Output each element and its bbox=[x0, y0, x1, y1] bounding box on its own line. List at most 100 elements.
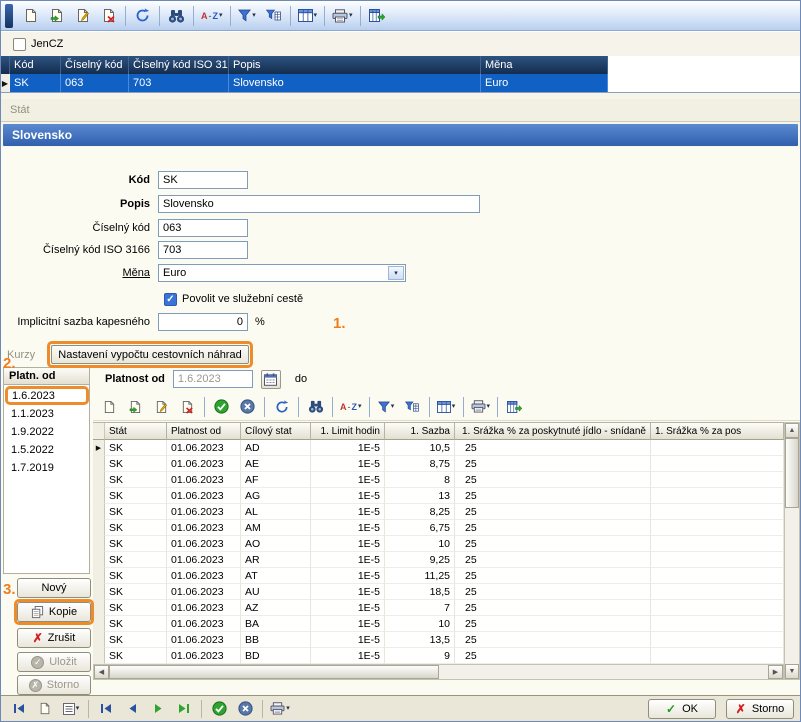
country-col-header[interactable]: Kód bbox=[10, 56, 61, 74]
grid-cancel-button[interactable] bbox=[235, 395, 260, 419]
grid-search-button[interactable] bbox=[303, 395, 328, 419]
popis-input[interactable]: Slovensko bbox=[158, 195, 480, 213]
filter-advanced-button[interactable] bbox=[261, 4, 286, 28]
scroll-up-button[interactable]: ▲ bbox=[785, 423, 799, 438]
ciselny-kod-input[interactable]: 063 bbox=[158, 219, 248, 237]
scroll-right-button[interactable]: ▶ bbox=[768, 665, 783, 679]
grid-edit-button[interactable] bbox=[149, 395, 174, 419]
country-table-row[interactable]: ▶ SK 063 703 Slovensko Euro bbox=[1, 74, 800, 92]
open-button[interactable] bbox=[44, 4, 69, 28]
rates-grid-row[interactable]: SK01.06.2023BD1E-5925 bbox=[93, 648, 784, 664]
rates-grid-col-header[interactable]: Cílový stat bbox=[241, 423, 311, 440]
platnost-list-item[interactable]: 1.1.2023 bbox=[4, 405, 89, 423]
grid-columns-button[interactable]: ▾ bbox=[434, 395, 459, 419]
grid-export-button[interactable] bbox=[502, 395, 527, 419]
kapesne-input[interactable]: 0 bbox=[158, 313, 248, 331]
print-button[interactable]: ▾ bbox=[329, 4, 356, 28]
ok-button[interactable]: ✓OK bbox=[648, 699, 716, 719]
jencz-checkbox[interactable] bbox=[13, 38, 26, 51]
vertical-scroll-track[interactable] bbox=[785, 508, 799, 664]
country-cell-iso: 703 bbox=[129, 74, 229, 92]
iso-input[interactable]: 703 bbox=[158, 241, 248, 259]
delete-button[interactable] bbox=[96, 4, 121, 28]
grid-apply-button[interactable] bbox=[209, 395, 234, 419]
grid-new-button[interactable] bbox=[97, 395, 122, 419]
rates-grid-col-header[interactable]: 1. Srážka % za poskytnuté jídlo - snídan… bbox=[455, 423, 651, 440]
grid-filter-advanced-button[interactable] bbox=[400, 395, 425, 419]
rates-grid-row[interactable]: SK01.06.2023BB1E-513,525 bbox=[93, 632, 784, 648]
storno-button[interactable]: ✗Storno bbox=[726, 699, 794, 719]
rates-grid-row[interactable]: ▶SK01.06.2023AD1E-510,525 bbox=[93, 440, 784, 456]
filter-button[interactable]: ▾ bbox=[235, 4, 260, 28]
edit-button[interactable] bbox=[70, 4, 95, 28]
platnost-list-item[interactable]: 1.5.2022 bbox=[4, 441, 89, 459]
platnost-list-item[interactable]: 1.6.2023 bbox=[5, 386, 89, 405]
chevron-down-icon: ▾ bbox=[358, 403, 362, 410]
nahrady-settings-button[interactable]: Nastavení vypočtu cestovních náhrad bbox=[51, 345, 249, 364]
grid-sort-button[interactable]: A-Z▾ bbox=[337, 395, 365, 419]
rates-grid-row[interactable]: SK01.06.2023AT1E-511,2525 bbox=[93, 568, 784, 584]
rates-grid-cell: 1E-5 bbox=[311, 616, 385, 632]
record-prev-button[interactable] bbox=[120, 698, 144, 719]
grid-delete-button[interactable] bbox=[175, 395, 200, 419]
scroll-down-button[interactable]: ▼ bbox=[785, 664, 799, 679]
country-col-header[interactable]: Měna bbox=[481, 56, 608, 74]
rates-grid-row[interactable]: SK01.06.2023AF1E-5825 bbox=[93, 472, 784, 488]
horizontal-scroll-thumb[interactable] bbox=[109, 665, 439, 679]
country-col-header[interactable]: Popis bbox=[229, 56, 481, 74]
rates-grid-row[interactable]: SK01.06.2023AM1E-56,7525 bbox=[93, 520, 784, 536]
platnost-od-input[interactable]: 1.6.2023 bbox=[173, 370, 253, 388]
rates-grid-col-header[interactable]: 1. Sazba bbox=[385, 423, 455, 440]
rates-grid-row[interactable]: SK01.06.2023AZ1E-5725 bbox=[93, 600, 784, 616]
rates-grid-row[interactable]: SK01.06.2023AE1E-58,7525 bbox=[93, 456, 784, 472]
grid-horizontal-scrollbar[interactable]: ◀ ▶ bbox=[93, 664, 784, 680]
columns-button[interactable]: ▾ bbox=[295, 4, 321, 28]
rates-grid-col-header[interactable]: Stát bbox=[105, 423, 167, 440]
record-first-button[interactable] bbox=[94, 698, 118, 719]
bottom-print-button[interactable]: ▾ bbox=[268, 698, 292, 719]
kopie-button[interactable]: Kopie bbox=[17, 602, 91, 622]
grid-print-button[interactable]: ▾ bbox=[468, 395, 494, 419]
rates-grid-row[interactable]: SK01.06.2023AR1E-59,2525 bbox=[93, 552, 784, 568]
rates-grid-row[interactable]: SK01.06.2023AO1E-51025 bbox=[93, 536, 784, 552]
horizontal-scroll-track[interactable] bbox=[439, 665, 768, 679]
record-last-button[interactable] bbox=[172, 698, 196, 719]
rates-grid-row[interactable]: SK01.06.2023AG1E-51325 bbox=[93, 488, 784, 504]
grid-filter-button[interactable]: ▾ bbox=[374, 395, 399, 419]
page-button[interactable] bbox=[33, 698, 57, 719]
new-button[interactable] bbox=[18, 4, 43, 28]
nav-first-button[interactable] bbox=[7, 698, 31, 719]
scroll-left-button[interactable]: ◀ bbox=[94, 665, 109, 679]
rates-grid-row[interactable]: SK01.06.2023AL1E-58,2525 bbox=[93, 504, 784, 520]
novy-button[interactable]: Nový bbox=[17, 578, 91, 598]
list-menu-button[interactable]: ▾ bbox=[59, 698, 83, 719]
grid-refresh-button[interactable] bbox=[269, 395, 294, 419]
search-button[interactable] bbox=[164, 4, 189, 28]
rates-grid-row[interactable]: SK01.06.2023BA1E-51025 bbox=[93, 616, 784, 632]
record-next-button[interactable] bbox=[146, 698, 170, 719]
country-col-header[interactable]: Číselný kód ISO 3166 bbox=[129, 56, 229, 74]
mena-label[interactable]: Měna bbox=[1, 267, 158, 279]
country-col-header[interactable]: Číselný kód bbox=[61, 56, 129, 74]
povolit-checkbox[interactable]: ✓ bbox=[164, 293, 177, 306]
mena-select[interactable]: Euro ▾ bbox=[158, 264, 406, 282]
rates-grid-row[interactable]: SK01.06.2023AU1E-518,525 bbox=[93, 584, 784, 600]
platnost-list-item[interactable]: 1.7.2019 bbox=[4, 459, 89, 477]
refresh-button[interactable] bbox=[130, 4, 155, 28]
chevron-down-icon[interactable]: ▾ bbox=[388, 266, 404, 280]
calendar-button[interactable] bbox=[261, 370, 281, 389]
grid-vertical-scrollbar[interactable]: ▲ ▼ bbox=[784, 422, 800, 680]
zrusit-button[interactable]: ✗Zrušit bbox=[17, 628, 91, 648]
cancel-button[interactable] bbox=[233, 698, 257, 719]
platnost-list-item[interactable]: 1.9.2022 bbox=[4, 423, 89, 441]
rates-grid-col-header[interactable]: 1. Srážka % za pos bbox=[651, 423, 784, 440]
kod-input[interactable]: SK bbox=[158, 171, 248, 189]
export-button[interactable] bbox=[365, 4, 390, 28]
vertical-scroll-thumb[interactable] bbox=[785, 438, 799, 508]
accept-button[interactable] bbox=[207, 698, 231, 719]
sort-button[interactable]: A-Z▾ bbox=[198, 4, 226, 28]
grid-open-button[interactable] bbox=[123, 395, 148, 419]
platnost-list-header[interactable]: Platn. od bbox=[3, 367, 90, 385]
rates-grid-col-header[interactable]: 1. Limit hodin bbox=[311, 423, 385, 440]
rates-grid-col-header[interactable]: Platnost od bbox=[167, 423, 241, 440]
